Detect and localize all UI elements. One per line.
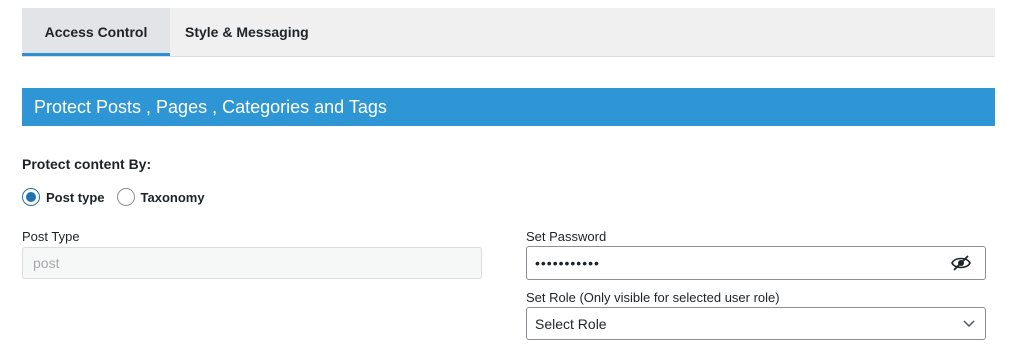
role-select-value: Select Role <box>535 315 607 332</box>
chevron-down-icon <box>963 319 975 327</box>
post-type-input[interactable]: post <box>22 247 482 279</box>
tab-access-control[interactable]: Access Control <box>22 8 170 56</box>
tab-style-messaging-label: Style & Messaging <box>185 24 309 40</box>
post-type-placeholder: post <box>33 255 60 271</box>
banner-title: Protect Posts , Pages , Categories and T… <box>34 96 387 117</box>
set-password-label: Set Password <box>526 229 607 244</box>
section-banner: Protect Posts , Pages , Categories and T… <box>22 88 995 126</box>
taxonomy-radio[interactable] <box>116 188 135 206</box>
post-type-radio[interactable] <box>22 188 40 206</box>
tab-bar: Access Control Style & Messaging <box>22 8 995 57</box>
tab-access-control-label: Access Control <box>44 24 148 40</box>
role-select[interactable]: Select Role <box>526 307 986 340</box>
set-role-label: Set Role (Only visible for selected user… <box>526 290 780 305</box>
taxonomy-radio-label[interactable]: Taxonomy <box>141 190 205 205</box>
post-type-radio-label[interactable]: Post type <box>46 190 105 205</box>
post-type-label: Post Type <box>22 229 80 244</box>
tab-style-messaging[interactable]: Style & Messaging <box>170 8 327 56</box>
password-field[interactable]: ••••••••••• <box>526 246 986 280</box>
protect-by-radio-group: Post type Taxonomy <box>22 188 217 206</box>
password-value: ••••••••••• <box>535 255 600 271</box>
protect-content-label: Protect content By: <box>22 156 152 172</box>
eye-slash-icon[interactable] <box>951 255 971 271</box>
